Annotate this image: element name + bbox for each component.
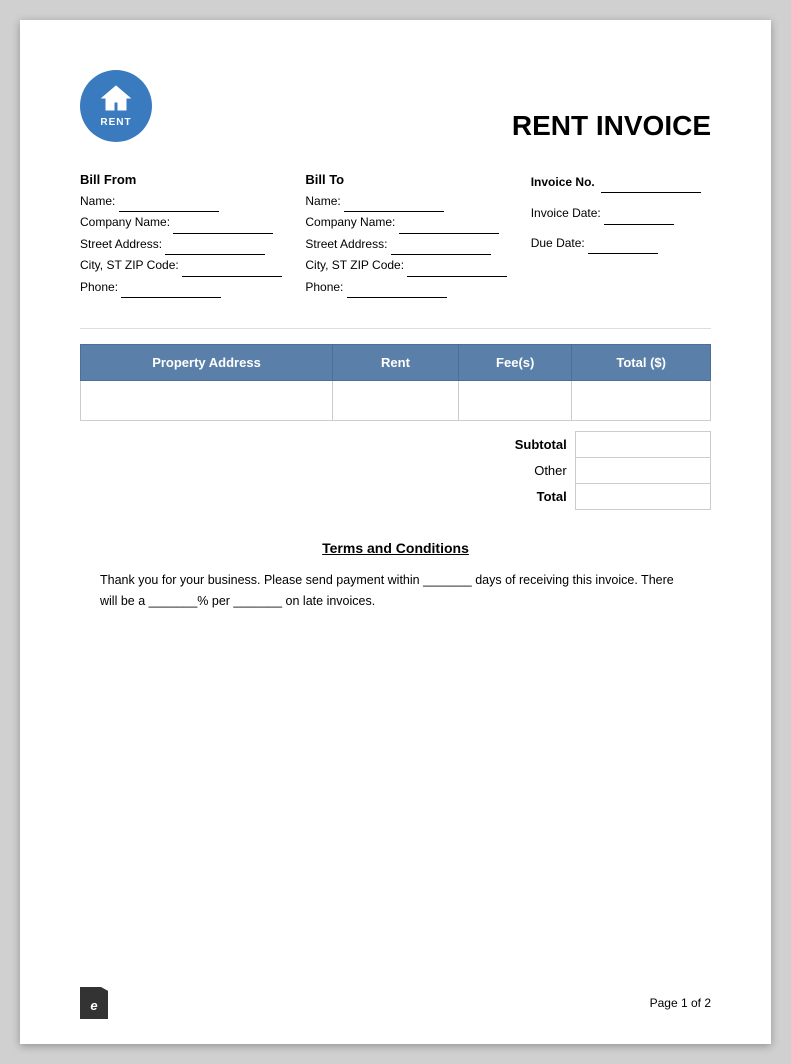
bill-to-name: Name: bbox=[305, 191, 530, 212]
invoice-no-row: Invoice No. bbox=[531, 172, 711, 193]
bill-from-phone: Phone: bbox=[80, 277, 305, 298]
invoice-no-value[interactable] bbox=[601, 172, 701, 193]
footer-icon-letter: e bbox=[90, 998, 97, 1013]
other-value[interactable] bbox=[575, 457, 710, 483]
bill-to-name-value[interactable] bbox=[344, 191, 444, 212]
invoice-date-value[interactable] bbox=[604, 203, 674, 224]
col-rent: Rent bbox=[333, 344, 459, 380]
bill-to-label: Bill To bbox=[305, 172, 530, 187]
logo-house-icon bbox=[100, 84, 132, 117]
bill-from-street: Street Address: bbox=[80, 234, 305, 255]
total-label: Total bbox=[491, 483, 575, 509]
row-address[interactable] bbox=[81, 380, 333, 420]
due-date-row: Due Date: bbox=[531, 233, 711, 254]
subtotal-label: Subtotal bbox=[491, 431, 575, 457]
bill-to-col: Bill To Name: Company Name: Street Addre… bbox=[305, 172, 530, 298]
subtotal-value[interactable] bbox=[575, 431, 710, 457]
col-fees: Fee(s) bbox=[459, 344, 572, 380]
bill-to-company-value[interactable] bbox=[399, 212, 499, 233]
totals-section: Subtotal Other Total bbox=[80, 431, 711, 510]
header: RENT RENT INVOICE bbox=[80, 70, 711, 142]
totals-table: Subtotal Other Total bbox=[491, 431, 711, 510]
terms-title: Terms and Conditions bbox=[322, 540, 469, 556]
bill-from-name-value[interactable] bbox=[119, 191, 219, 212]
bill-from-city: City, ST ZIP Code: bbox=[80, 255, 305, 276]
bill-from-company: Company Name: bbox=[80, 212, 305, 233]
bill-section: Bill From Name: Company Name: Street Add… bbox=[80, 172, 711, 298]
bill-to-company: Company Name: bbox=[305, 212, 530, 233]
col-property-address: Property Address bbox=[81, 344, 333, 380]
other-row: Other bbox=[491, 457, 711, 483]
logo: RENT bbox=[80, 70, 152, 142]
logo-label: RENT bbox=[100, 117, 131, 128]
page-footer: e Page 1 of 2 bbox=[80, 987, 711, 1019]
divider bbox=[80, 328, 711, 329]
subtotal-row: Subtotal bbox=[491, 431, 711, 457]
row-total[interactable] bbox=[572, 380, 711, 420]
invoice-title: RENT INVOICE bbox=[512, 110, 711, 142]
terms-section: Terms and Conditions Thank you for your … bbox=[80, 540, 711, 613]
bill-from-street-value[interactable] bbox=[165, 234, 265, 255]
invoice-table: Property Address Rent Fee(s) Total ($) bbox=[80, 344, 711, 421]
total-row: Total bbox=[491, 483, 711, 509]
terms-body: Thank you for your business. Please send… bbox=[100, 570, 691, 613]
bill-from-city-value[interactable] bbox=[182, 255, 282, 276]
bill-to-street-value[interactable] bbox=[391, 234, 491, 255]
total-value[interactable] bbox=[575, 483, 710, 509]
row-fees[interactable] bbox=[459, 380, 572, 420]
invoice-page: RENT RENT INVOICE Bill From Name: Compan… bbox=[20, 20, 771, 1044]
bill-from-company-value[interactable] bbox=[173, 212, 273, 233]
bill-to-phone: Phone: bbox=[305, 277, 530, 298]
due-date-value[interactable] bbox=[588, 233, 658, 254]
row-rent[interactable] bbox=[333, 380, 459, 420]
col-total: Total ($) bbox=[572, 344, 711, 380]
bill-to-city-value[interactable] bbox=[407, 255, 507, 276]
invoice-info-col: Invoice No. Invoice Date: Due Date: bbox=[531, 172, 711, 298]
bill-to-street: Street Address: bbox=[305, 234, 530, 255]
bill-from-label: Bill From bbox=[80, 172, 305, 187]
other-label: Other bbox=[491, 457, 575, 483]
invoice-date-row: Invoice Date: bbox=[531, 203, 711, 224]
bill-from-name: Name: bbox=[80, 191, 305, 212]
bill-to-city: City, ST ZIP Code: bbox=[305, 255, 530, 276]
table-row bbox=[81, 380, 711, 420]
bill-from-phone-value[interactable] bbox=[121, 277, 221, 298]
bill-from-col: Bill From Name: Company Name: Street Add… bbox=[80, 172, 305, 298]
bill-to-phone-value[interactable] bbox=[347, 277, 447, 298]
footer-doc-icon: e bbox=[80, 987, 108, 1019]
page-number: Page 1 of 2 bbox=[650, 996, 711, 1010]
